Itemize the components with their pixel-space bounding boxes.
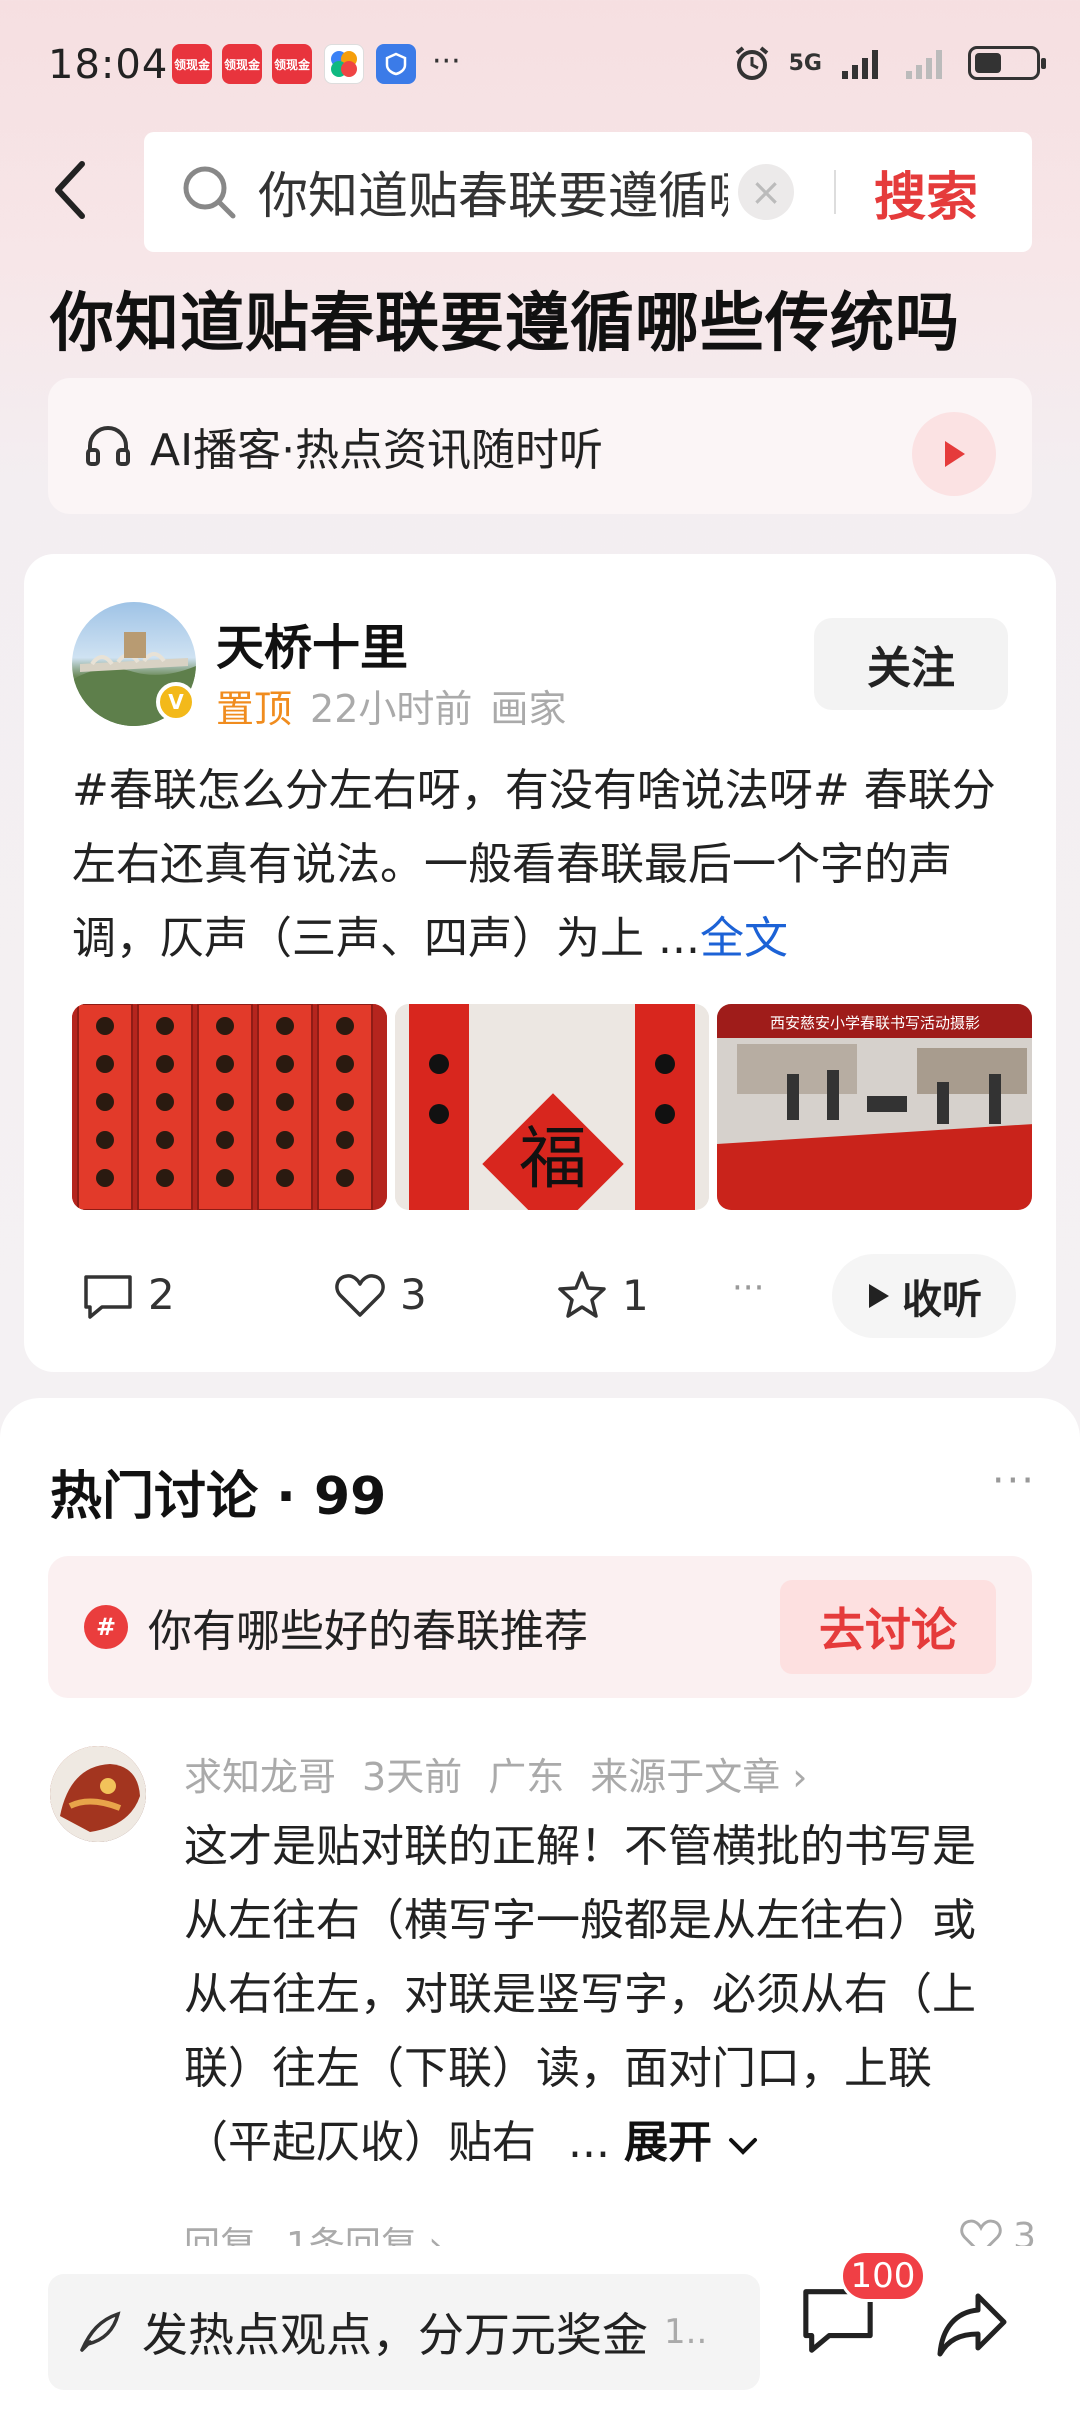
hot-discussion-title: 热门讨论 · 99	[50, 1467, 387, 1527]
post-card: V 天桥十里 置顶 22小时前 画家 关注 #春联怎么分左右呀，有没有啥说法呀#…	[24, 554, 1056, 1372]
expand-label: 展开	[623, 2117, 712, 2168]
status-right-group: 5G	[733, 44, 1046, 82]
author-role: 画家	[490, 687, 567, 731]
search-icon	[183, 166, 236, 219]
comment-text: 这才是贴对联的正解！不管横批的书写是从左往右（横写字一般都是从左往右）或从右往左…	[184, 1821, 976, 2168]
podcast-label: AI播客·热点资讯随时听	[150, 425, 604, 476]
chevron-left-icon	[55, 161, 85, 219]
read-more-link[interactable]: 全文	[700, 913, 788, 964]
page-title: 你知道贴春联要遵循哪些传统吗	[50, 287, 960, 361]
share-icon	[937, 2293, 1007, 2357]
topic-card[interactable]: # 你有哪些好的春联推荐 去讨论	[48, 1556, 1032, 1698]
commenter-name[interactable]: 求知龙哥	[184, 1746, 336, 1801]
post-meta: 置顶 22小时前 画家	[216, 678, 566, 733]
play-icon	[869, 1284, 889, 1308]
more-icon[interactable]: ···	[992, 1458, 1036, 1504]
heart-icon	[335, 1273, 385, 1317]
pinwheel-app-icon	[324, 44, 364, 84]
opinion-input-text: 发热点观点，分万元奖金	[142, 2308, 648, 2362]
post-image-fu[interactable]: 福	[394, 1004, 710, 1210]
author-name[interactable]: 天桥十里	[216, 608, 408, 678]
post-images: 福 西安慈安小学春联书写活动摄影	[72, 1004, 1033, 1210]
signal-weak-icon	[906, 50, 942, 79]
back-button[interactable]	[40, 150, 100, 230]
ai-podcast-bar[interactable]: AI播客·热点资讯随时听	[48, 378, 1032, 514]
comment-time: 3天前	[362, 1755, 463, 1799]
comment-body: 这才是贴对联的正解！不管横批的书写是从左往右（横写字一般都是从左往右）或从右往左…	[184, 1810, 1014, 2180]
bottom-bar: 发热点观点，分万元奖金 1.. 100	[0, 2246, 1080, 2412]
favorite-count: 1	[622, 1270, 649, 1320]
network-type: 5G	[788, 50, 822, 76]
comment-count: 2	[148, 1270, 175, 1319]
listen-label: 收听	[902, 1277, 982, 1323]
search-box[interactable]: 你知道贴春联要遵循哪些传统吗 × 搜索	[144, 132, 1032, 252]
post-actions: 2 3 1 ··· 收听	[72, 1254, 1032, 1338]
shield-app-icon	[376, 44, 416, 84]
search-divider	[834, 170, 836, 214]
fu-character: 福	[519, 1120, 587, 1199]
play-icon	[945, 441, 965, 467]
post-time: 22小时前	[310, 687, 473, 731]
search-button[interactable]: 搜索	[874, 155, 978, 230]
verified-badge: V	[156, 682, 196, 722]
comment-count-badge: 100	[840, 2250, 926, 2302]
expand-button[interactable]: 展开	[624, 2117, 759, 2168]
topic-text: 你有哪些好的春联推荐	[148, 1606, 588, 1657]
commenter-avatar[interactable]	[50, 1746, 146, 1842]
listen-button[interactable]: 收听	[832, 1254, 1016, 1338]
status-time: 18:04	[48, 42, 169, 88]
status-more-icon: ···	[432, 44, 461, 79]
app-notification-icon: 领现金	[172, 44, 212, 84]
comment-location: 广东	[488, 1755, 565, 1799]
topic-hash-icon: #	[84, 1605, 128, 1649]
comment-action[interactable]: 2	[82, 1270, 175, 1319]
comment-icon	[84, 1274, 132, 1319]
favorite-action[interactable]: 1	[556, 1270, 649, 1320]
more-actions-icon[interactable]: ···	[732, 1268, 764, 1308]
like-action[interactable]: 3	[334, 1270, 427, 1319]
post-image-event[interactable]: 西安慈安小学春联书写活动摄影	[717, 1004, 1033, 1210]
play-button[interactable]	[912, 412, 996, 496]
go-discuss-button[interactable]: 去讨论	[780, 1580, 996, 1674]
battery-icon	[968, 46, 1046, 80]
app-notification-icon: 领现金	[222, 44, 262, 84]
star-icon	[558, 1271, 606, 1318]
follow-button[interactable]: 关注	[814, 618, 1008, 710]
opinion-input-hint: 1..	[664, 2312, 708, 2352]
alarm-icon	[735, 46, 768, 80]
clear-icon[interactable]: ×	[738, 164, 794, 220]
opinion-input[interactable]: 发热点观点，分万元奖金 1..	[48, 2274, 760, 2390]
post-body[interactable]: #春联怎么分左右呀，有没有啥说法呀# 春联分左右还真有说法。一般看春联最后一个字…	[72, 754, 1032, 976]
comment-source-link[interactable]: 来源于文章 ›	[590, 1746, 807, 1801]
chevron-down-icon	[729, 2138, 758, 2155]
like-count: 3	[400, 1270, 427, 1319]
search-input[interactable]: 你知道贴春联要遵循哪些传统吗	[258, 156, 728, 228]
post-text: #春联怎么分左右呀，有没有啥说法呀# 春联分左右还真有说法。一般看春联最后一个字…	[72, 765, 996, 964]
event-caption: 西安慈安小学春联书写活动摄影	[770, 1014, 980, 1032]
headphones-icon	[86, 425, 130, 466]
pinned-label: 置顶	[216, 687, 293, 731]
comment-ellipsis: ...	[568, 2117, 610, 2168]
share-button[interactable]	[934, 2288, 1010, 2364]
signal-icon	[842, 50, 878, 79]
app-notification-icon: 领现金	[272, 44, 312, 84]
pen-icon	[80, 2311, 121, 2352]
post-image-couplets[interactable]	[72, 1004, 387, 1210]
comment-meta: 求知龙哥 3天前 广东 来源于文章 ›	[184, 1746, 808, 1801]
